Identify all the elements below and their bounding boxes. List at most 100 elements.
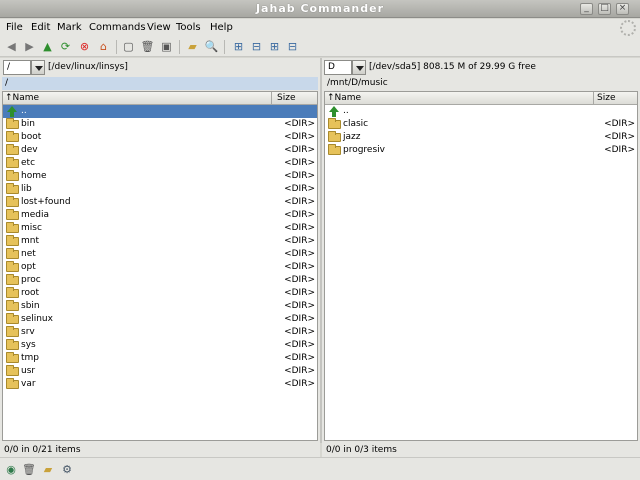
view-tree-icon[interactable]: ⊟ [286,40,299,53]
folder-icon [6,157,19,168]
right-file-list[interactable]: ↑Name Size .. clasic <DIR> jazz <DIR> progres… [324,91,638,441]
folder-icon [6,209,19,220]
left-drive-select[interactable]: / [3,60,31,75]
file-row[interactable]: lost+found <DIR> [3,196,317,209]
file-name: var [21,379,36,389]
file-row[interactable]: boot <DIR> [3,131,317,144]
file-size: <DIR> [284,301,315,311]
stop-icon[interactable]: ⊗ [78,40,91,53]
menu-edit[interactable]: Edit [31,22,50,33]
file-row[interactable]: root <DIR> [3,287,317,300]
left-drive-info: [/dev/linux/linsys] [48,62,128,72]
left-size-header[interactable]: Size [277,93,295,103]
forward-icon[interactable]: ▶ [23,40,36,53]
file-row[interactable]: jazz <DIR> [325,131,637,144]
up-directory-icon[interactable]: ▲ [41,40,54,53]
file-row[interactable]: sys <DIR> [3,339,317,352]
menu-tools[interactable]: Tools [176,22,201,33]
folder-icon [6,313,19,324]
file-name: .. [21,106,27,116]
file-name: home [21,171,47,181]
file-row[interactable]: progresiv <DIR> [325,144,637,157]
view-list-icon[interactable]: ⊟ [250,40,263,53]
file-row[interactable]: proc <DIR> [3,274,317,287]
file-row[interactable]: bin <DIR> [3,118,317,131]
file-name: dev [21,145,38,155]
refresh-icon[interactable]: ⟳ [59,40,72,53]
menu-mark[interactable]: Mark [57,22,82,33]
parent-directory-row[interactable]: .. [3,105,317,118]
left-path-bar[interactable]: / [2,77,318,90]
right-status-bar: 0/0 in 0/3 items [322,443,640,457]
file-row[interactable]: var <DIR> [3,378,317,391]
back-icon[interactable]: ◀ [5,40,18,53]
menu-help[interactable]: Help [210,22,233,33]
file-size: <DIR> [284,132,315,142]
up-arrow-icon [7,106,17,117]
right-path-bar[interactable]: /mnt/D/music [324,77,638,90]
file-row[interactable]: dev <DIR> [3,144,317,157]
file-row[interactable]: sbin <DIR> [3,300,317,313]
file-size: <DIR> [284,223,315,233]
file-row[interactable]: opt <DIR> [3,261,317,274]
search-icon[interactable]: 🔍 [205,40,219,53]
file-row[interactable]: mnt <DIR> [3,235,317,248]
left-sort-name-header[interactable]: ↑Name [5,93,39,103]
file-size: <DIR> [604,132,635,142]
file-row[interactable]: net <DIR> [3,248,317,261]
trash-icon[interactable]: 🗑 [141,40,155,53]
file-size: <DIR> [284,275,315,285]
view-icons-icon[interactable]: ⊞ [232,40,245,53]
right-drive-dropdown-icon[interactable] [352,60,366,75]
right-drive-select[interactable]: D [324,60,352,75]
file-name: mnt [21,236,39,246]
file-row[interactable]: home <DIR> [3,170,317,183]
file-row[interactable]: selinux <DIR> [3,313,317,326]
file-row[interactable]: etc <DIR> [3,157,317,170]
folder-icon[interactable]: ▰ [186,40,199,53]
open-folder-icon[interactable]: ▰ [41,462,55,476]
right-size-header[interactable]: Size [597,93,615,103]
folder-icon [6,131,19,142]
file-name: sbin [21,301,40,311]
left-drive-dropdown-icon[interactable] [31,60,45,75]
folder-icon [6,235,19,246]
file-row[interactable]: misc <DIR> [3,222,317,235]
file-size: <DIR> [284,327,315,337]
minimize-button[interactable] [580,3,593,15]
column-divider[interactable] [271,92,272,105]
file-size: <DIR> [284,314,315,324]
menu-commands[interactable]: Commands [89,22,146,33]
parent-directory-row[interactable]: .. [325,105,637,118]
file-size: <DIR> [284,184,315,194]
file-name: lost+found [21,197,71,207]
file-row[interactable]: srv <DIR> [3,326,317,339]
left-column-header: ↑Name Size [3,92,317,105]
properties-icon[interactable]: ▣ [160,40,173,53]
file-row[interactable]: media <DIR> [3,209,317,222]
file-row[interactable]: usr <DIR> [3,365,317,378]
maximize-button[interactable] [598,3,611,15]
toolbar-separator [179,40,180,54]
file-row[interactable]: tmp <DIR> [3,352,317,365]
file-name: srv [21,327,35,337]
file-name: .. [343,106,349,116]
new-file-icon[interactable]: ▢ [122,40,135,53]
terminal-icon[interactable]: ◉ [4,462,18,476]
menu-file[interactable]: File [6,22,23,33]
file-name: clasic [343,119,369,129]
view-details-icon[interactable]: ⊞ [268,40,281,53]
title-bar: Jahab Commander [0,0,640,18]
left-file-list[interactable]: ↑Name Size .. bin <DIR> boot <DIR> dev <DIR> et… [2,91,318,441]
menu-view[interactable]: View [147,22,171,33]
network-icon[interactable]: ⚙ [60,462,74,476]
home-icon[interactable]: ⌂ [97,40,110,53]
folder-icon [6,339,19,350]
file-row[interactable]: clasic <DIR> [325,118,637,131]
close-button[interactable] [616,3,629,15]
column-divider[interactable] [593,92,594,105]
file-row[interactable]: lib <DIR> [3,183,317,196]
file-name: root [21,288,40,298]
trash-bin-icon[interactable]: 🗑 [22,462,36,476]
right-sort-name-header[interactable]: ↑Name [327,93,361,103]
